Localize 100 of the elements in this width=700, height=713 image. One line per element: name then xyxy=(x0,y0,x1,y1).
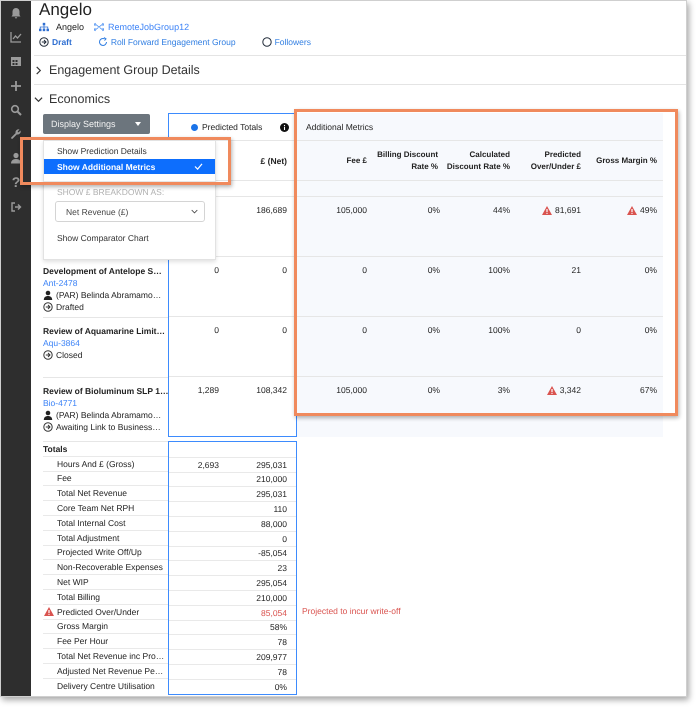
table-cell: 209,977 xyxy=(256,652,287,662)
table-cell: 100% xyxy=(488,325,510,335)
totals-label: Gross Margin xyxy=(57,621,108,632)
section-header[interactable]: Engagement Group Details xyxy=(34,56,686,85)
table-cell: 0 xyxy=(214,265,219,275)
section-header[interactable]: Economics xyxy=(34,85,686,113)
table-cell: 0 xyxy=(282,534,287,544)
column-header: Fee £ xyxy=(346,154,367,166)
status-dot-icon xyxy=(191,124,198,130)
table-cell: 2,693 xyxy=(198,460,219,470)
column-header: £ (Net) xyxy=(260,156,287,166)
engagement-code-link[interactable]: Bio-4771 xyxy=(43,397,168,409)
engagement-name: Review of Aquamarine Limit… xyxy=(43,325,166,337)
chevron-down-icon xyxy=(191,209,198,214)
table-cell: 0% xyxy=(428,265,440,275)
table-cell: 3,342 xyxy=(560,385,581,395)
table-cell: 0% xyxy=(428,325,440,335)
column-header: Gross Margin % xyxy=(596,154,657,166)
status-text: Drafted xyxy=(56,301,84,313)
table-cell: 0 xyxy=(362,325,367,335)
table-cell: 21 xyxy=(572,265,581,275)
table-cell: 0% xyxy=(274,682,287,692)
action-link[interactable]: Draft xyxy=(39,37,72,47)
calendar-icon[interactable] xyxy=(10,55,22,68)
arrow-circle-icon xyxy=(43,302,53,312)
action-link[interactable]: Followers xyxy=(262,37,311,47)
link-icon xyxy=(94,22,104,32)
totals-label: Projected Write Off/Up xyxy=(57,547,142,558)
info-icon[interactable] xyxy=(280,122,289,132)
table-cell: 0 xyxy=(282,265,287,275)
table-cell: 0 xyxy=(282,325,287,335)
warning-icon xyxy=(44,607,54,616)
engagement-code-link[interactable]: Aqu-3864 xyxy=(43,337,168,349)
table-cell: 58% xyxy=(270,622,287,632)
owner-name: (PAR) Belinda Abramamo… xyxy=(56,289,162,301)
status-text: Closed xyxy=(56,349,82,361)
display-settings-button[interactable]: Display Settings xyxy=(43,114,150,134)
warning-note: Projected to incur write-off xyxy=(301,606,401,616)
table-cell: -85,054 xyxy=(258,548,287,558)
table-cell: 0% xyxy=(644,265,657,275)
table-cell: 67% xyxy=(640,385,657,395)
table-cell: 0 xyxy=(576,325,581,335)
org-name: Angelo xyxy=(56,22,84,32)
table-cell: 105,000 xyxy=(336,385,367,395)
table-cell: 78 xyxy=(278,637,287,648)
help-icon[interactable]: ? xyxy=(12,176,20,188)
totals-label: Core Team Net RPH xyxy=(57,503,134,514)
table-cell: 295,054 xyxy=(256,578,287,588)
table-cell: 295,031 xyxy=(256,489,287,500)
totals-label: Net WIP xyxy=(57,577,89,588)
person-icon xyxy=(43,290,53,300)
engagement-name: Review of Bioluminum SLP 1… xyxy=(43,385,168,397)
totals-label: Delivery Centre Utilisation xyxy=(57,680,155,691)
status-text: Awaiting Link to Business… xyxy=(56,421,161,433)
totals-label: Non-Recoverable Expenses xyxy=(57,562,163,572)
table-cell: 108,342 xyxy=(256,385,287,395)
warning-icon xyxy=(542,206,552,214)
warning-icon xyxy=(546,386,557,394)
table-cell: 110 xyxy=(273,504,287,514)
table-cell: 1,289 xyxy=(198,385,219,395)
table-cell: 295,031 xyxy=(256,460,287,470)
menu-item[interactable]: Show Additional Metrics xyxy=(44,159,215,174)
plus-icon[interactable] xyxy=(10,80,22,92)
person-icon xyxy=(43,410,53,420)
totals-label: Hours And £ (Gross) xyxy=(57,458,134,469)
table-cell: 105,000 xyxy=(336,205,367,215)
chart-icon[interactable] xyxy=(10,31,22,44)
sign-out-icon[interactable] xyxy=(10,200,22,212)
totals-label: Total Internal Cost xyxy=(57,518,126,528)
menu-item[interactable]: Show Comparator Chart xyxy=(44,230,215,245)
action-link[interactable]: Roll Forward Engagement Group xyxy=(98,37,236,47)
wrench-icon[interactable] xyxy=(10,128,22,140)
menu-heading: SHOW £ BREAKDOWN AS: xyxy=(56,186,166,198)
totals-label: Adjusted Net Revenue Pe… xyxy=(57,666,164,676)
totals-heading: Totals xyxy=(43,441,168,456)
table-cell: 0 xyxy=(214,325,219,335)
select-field[interactable]: Net Revenue (£) xyxy=(55,201,205,222)
table-cell: 210,000 xyxy=(256,592,287,603)
panel-title: Predicted Totals xyxy=(202,122,262,132)
refresh-icon xyxy=(98,37,108,47)
user-icon[interactable] xyxy=(10,152,22,164)
circle-icon xyxy=(262,37,272,47)
engagement-code-link[interactable]: Ant-2478 xyxy=(43,277,168,289)
caret-icon xyxy=(135,122,141,126)
totals-label: Fee xyxy=(57,473,72,484)
bell-icon[interactable] xyxy=(10,7,22,19)
panel-title: Additional Metrics xyxy=(305,120,374,134)
search-icon[interactable] xyxy=(10,104,22,116)
table-cell: 210,000 xyxy=(256,474,287,484)
group-link[interactable]: RemoteJobGroup12 xyxy=(108,22,190,32)
menu-item[interactable]: Show Prediction Details xyxy=(44,143,215,158)
hierarchy-icon xyxy=(39,22,49,32)
column-header: Calculated Discount Rate % xyxy=(446,148,510,172)
column-header: Billing Discount Rate % xyxy=(376,148,438,172)
table-cell: 0% xyxy=(428,205,440,215)
arrow-circle-icon xyxy=(43,422,53,432)
warning-icon xyxy=(626,206,637,214)
totals-label: Predicted Over/Under xyxy=(57,606,140,617)
totals-label: Total Net Revenue inc Pro… xyxy=(57,651,164,662)
table-cell: 85,054 xyxy=(261,608,287,618)
